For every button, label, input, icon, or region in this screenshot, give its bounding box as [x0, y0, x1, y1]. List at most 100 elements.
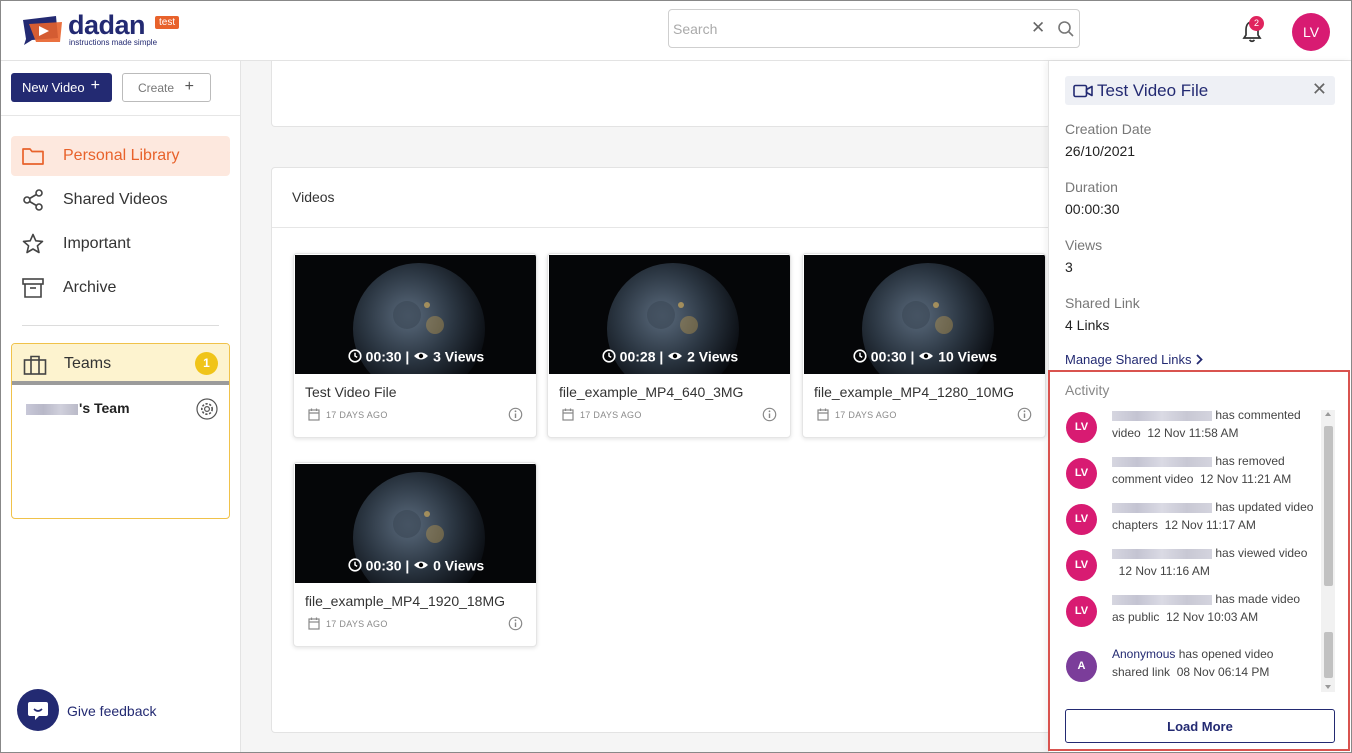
- eye-icon: [919, 352, 934, 360]
- video-card[interactable]: 00:30 | 0 Views file_example_MP4_1920_18…: [293, 462, 537, 647]
- redacted-team-owner: [26, 403, 78, 415]
- teams-panel: Teams 1 's Team: [11, 343, 230, 519]
- sidebar-item-important[interactable]: Important: [11, 224, 230, 264]
- info-icon[interactable]: [508, 407, 523, 422]
- load-more-button[interactable]: Load More: [1065, 709, 1335, 743]
- video-title[interactable]: file_example_MP4_1280_10MG: [814, 384, 1014, 400]
- activity-scrollbar[interactable]: [1321, 410, 1335, 692]
- activity-object: shared link: [1112, 665, 1171, 679]
- activity-action: has commented: [1215, 410, 1301, 422]
- video-stats: 00:30 | 0 Views: [295, 556, 536, 574]
- stat-separator: |: [906, 348, 919, 365]
- info-icon[interactable]: [762, 407, 777, 422]
- divider: [22, 325, 219, 326]
- new-video-button[interactable]: New Video +: [11, 73, 112, 102]
- activity-text: has removed comment video 12 Nov 11:21 A…: [1112, 452, 1322, 488]
- section-title: Videos: [292, 189, 335, 205]
- video-title[interactable]: file_example_MP4_1920_18MG: [305, 593, 505, 609]
- calendar-icon: [562, 408, 574, 421]
- divider: [272, 227, 1050, 228]
- scrollbar-thumb-lower: [1324, 632, 1333, 678]
- manage-shared-links-link[interactable]: Manage Shared Links: [1065, 352, 1203, 367]
- video-duration: 00:30: [870, 348, 907, 365]
- stat-separator: |: [655, 348, 668, 365]
- team-name-suffix: 's Team: [79, 400, 130, 416]
- video-duration: 00:30: [365, 348, 402, 365]
- teams-label: Teams: [64, 355, 112, 372]
- team-settings-gear-icon[interactable]: [196, 398, 218, 420]
- search-icon[interactable]: [1057, 20, 1075, 38]
- video-stats: 00:28 | 2 Views: [549, 347, 790, 365]
- video-thumbnail[interactable]: 00:30 | 0 Views: [295, 464, 536, 583]
- clear-search-icon[interactable]: ✕: [1031, 18, 1049, 38]
- create-label: Create: [138, 80, 175, 95]
- plus-icon: +: [184, 78, 194, 95]
- info-icon[interactable]: [1017, 407, 1032, 422]
- redacted-user-name: [1112, 456, 1212, 467]
- activity-time: 12 Nov 11:17 AM: [1164, 518, 1256, 532]
- activity-time: 12 Nov 10:03 AM: [1166, 610, 1259, 624]
- sidebar-item-personal-library[interactable]: Personal Library: [11, 136, 230, 176]
- brand-env-tag: test: [155, 16, 180, 29]
- eye-icon: [414, 352, 429, 360]
- brand-logo[interactable]: dadan test instructions made simple: [20, 10, 190, 50]
- views-value: 3: [1065, 259, 1073, 275]
- video-views: 0 Views: [433, 557, 485, 574]
- scroll-down-arrow-icon[interactable]: [1325, 685, 1331, 689]
- info-icon[interactable]: [508, 616, 523, 631]
- activity-object: comment video: [1112, 472, 1194, 486]
- give-feedback-link[interactable]: Give feedback: [67, 703, 157, 719]
- clock-icon: [348, 558, 362, 572]
- video-details-panel: Test Video File ✕ Creation Date 26/10/20…: [1048, 61, 1351, 753]
- team-item[interactable]: 's Team: [26, 400, 130, 416]
- brand-name: dadan: [68, 10, 146, 40]
- activity-object: as public: [1112, 610, 1160, 624]
- activity-action: has made video: [1215, 592, 1301, 606]
- redacted-user-name: [1112, 594, 1212, 605]
- sidebar-item-archive[interactable]: Archive: [11, 268, 230, 308]
- sidebar-item-label: Archive: [63, 279, 117, 296]
- redacted-user-name: [1112, 502, 1212, 513]
- create-button[interactable]: Create +: [122, 73, 211, 102]
- activity-section: Activity LV has commented video 12 Nov 1…: [1048, 370, 1350, 751]
- search-input[interactable]: [673, 18, 1023, 40]
- user-avatar[interactable]: LV: [1292, 13, 1330, 51]
- activity-object: chapters: [1112, 518, 1159, 532]
- activity-avatar: LV: [1066, 412, 1097, 443]
- clock-icon: [348, 349, 362, 363]
- creation-date-value: 26/10/2021: [1065, 143, 1136, 159]
- video-thumbnail[interactable]: 00:30 | 3 Views: [295, 255, 536, 374]
- redacted-user-name: [1112, 548, 1212, 559]
- share-icon: [23, 189, 43, 211]
- video-card[interactable]: 00:28 | 2 Views file_example_MP4_640_3MG…: [547, 253, 791, 438]
- details-title: Test Video File: [1097, 81, 1209, 100]
- video-card[interactable]: 00:30 | 10 Views file_example_MP4_1280_1…: [802, 253, 1046, 438]
- calendar-icon: [308, 617, 320, 630]
- teams-count-badge: 1: [195, 352, 218, 375]
- content-card: [271, 61, 1051, 127]
- activity-avatar: LV: [1066, 550, 1097, 581]
- close-icon[interactable]: ✕: [1312, 79, 1327, 100]
- video-thumbnail[interactable]: 00:28 | 2 Views: [549, 255, 790, 374]
- sidebar-item-shared-videos[interactable]: Shared Videos: [11, 180, 230, 220]
- shared-link-value: 4 Links: [1065, 317, 1110, 333]
- video-age: 17 DAYS AGO: [326, 619, 388, 629]
- video-views: 2 Views: [687, 348, 739, 365]
- clock-icon: [853, 349, 867, 363]
- video-thumbnail[interactable]: 00:30 | 10 Views: [804, 255, 1045, 374]
- teams-header[interactable]: Teams 1: [12, 344, 229, 385]
- video-title[interactable]: file_example_MP4_640_3MG: [559, 384, 743, 400]
- videos-section: Videos 00:30 | 3 Views Test Video File 1…: [271, 167, 1051, 733]
- video-card[interactable]: 00:30 | 3 Views Test Video File 17 DAYS …: [293, 253, 537, 438]
- new-video-label: New Video: [22, 80, 85, 95]
- scrollbar-thumb[interactable]: [1324, 426, 1333, 586]
- feedback-button[interactable]: [17, 689, 59, 731]
- activity-list[interactable]: LV has commented video 12 Nov 11:58 AM L…: [1050, 410, 1322, 690]
- activity-time: 12 Nov 11:21 AM: [1200, 472, 1292, 486]
- video-title[interactable]: Test Video File: [305, 384, 397, 400]
- details-title-bar: Test Video File ✕: [1065, 76, 1335, 105]
- eye-icon: [414, 561, 429, 569]
- activity-action: has opened video: [1178, 647, 1274, 661]
- scroll-up-arrow-icon[interactable]: [1325, 412, 1331, 416]
- brand-tagline: instructions made simple: [69, 38, 158, 47]
